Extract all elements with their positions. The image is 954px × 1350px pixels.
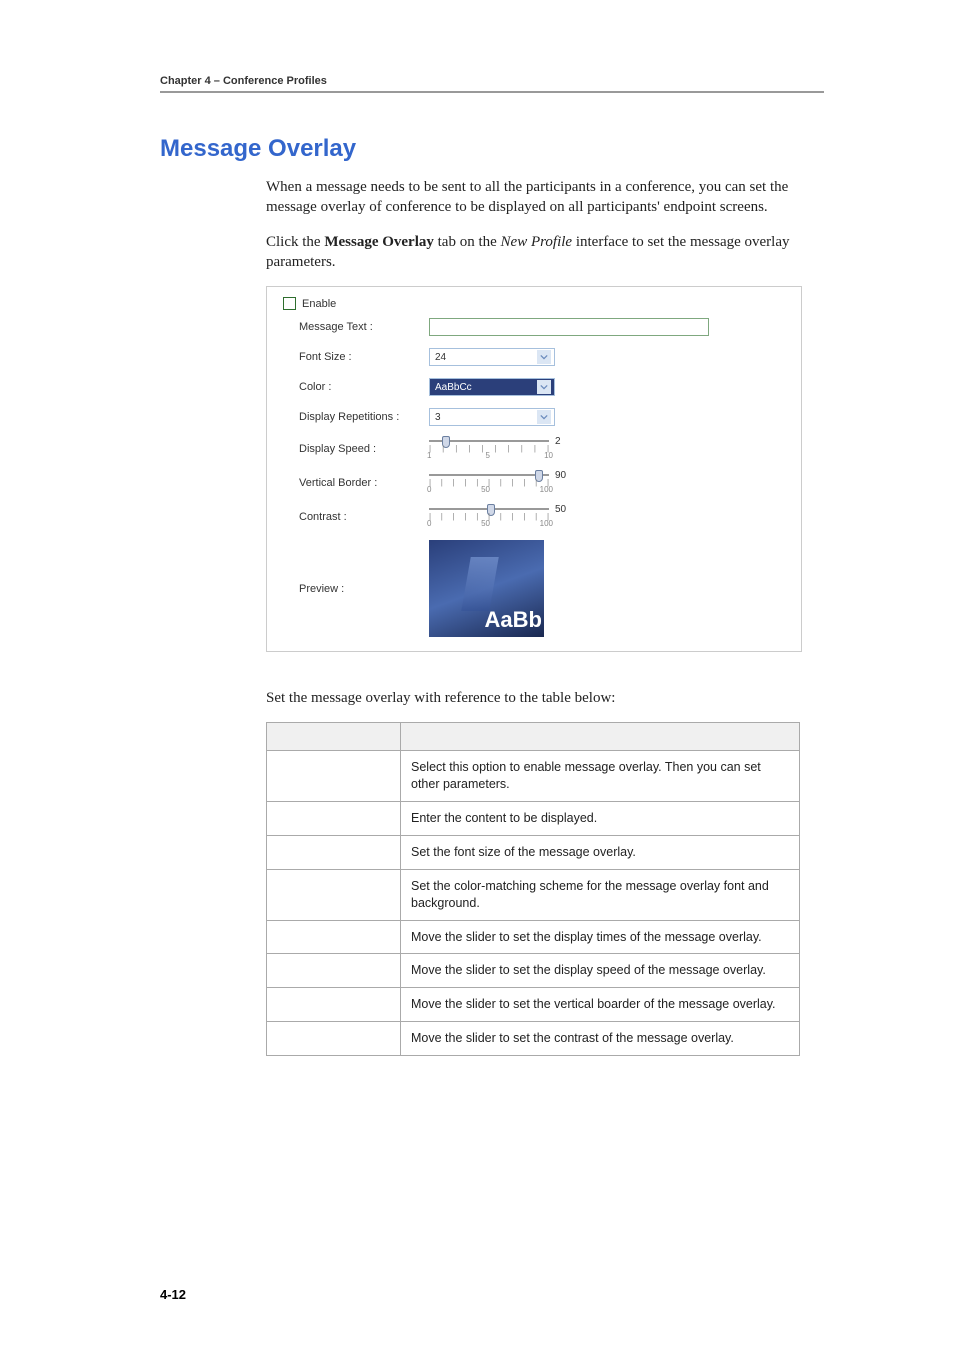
chevron-down-icon	[537, 380, 551, 394]
section-title: Message Overlay	[160, 135, 824, 163]
table-row: Move the slider to set the display speed…	[267, 954, 800, 988]
table-header-desc	[401, 723, 800, 751]
preview-image: AaBb	[429, 540, 544, 637]
table-cell: Set the font size of the message overlay…	[401, 835, 800, 869]
p2-bold: Message Overlay	[324, 234, 434, 250]
enable-checkbox[interactable]	[283, 297, 296, 310]
p2-mid: tab on the	[434, 234, 501, 250]
preview-text: AaBb	[485, 607, 542, 633]
table-intro: Set the message overlay with reference t…	[266, 688, 824, 708]
p2-pre: Click the	[266, 234, 324, 250]
vertical-border-label: Vertical Border :	[299, 477, 429, 489]
vertical-border-value: 90	[555, 470, 566, 481]
display-repetitions-select[interactable]: 3	[429, 408, 555, 426]
table-row: Set the color-matching scheme for the me…	[267, 869, 800, 920]
font-size-label: Font Size :	[299, 351, 429, 363]
table-header-param	[267, 723, 401, 751]
table-row: Move the slider to set the vertical boar…	[267, 988, 800, 1022]
intro-paragraph-2: Click the Message Overlay tab on the New…	[266, 232, 824, 273]
table-cell: Move the slider to set the contrast of t…	[401, 1022, 800, 1056]
table-header-row	[267, 723, 800, 751]
display-speed-slider[interactable]: |||||||||| 1510 2	[429, 438, 785, 460]
intro-paragraph-1: When a message needs to be sent to all t…	[266, 177, 824, 218]
chapter-header: Chapter 4 – Conference Profiles	[160, 75, 824, 87]
table-row: Set the font size of the message overlay…	[267, 835, 800, 869]
message-text-input[interactable]	[429, 318, 709, 336]
preview-label: Preview :	[299, 583, 429, 595]
font-size-value: 24	[435, 352, 446, 363]
font-size-select[interactable]: 24	[429, 348, 555, 366]
table-row: Move the slider to set the display times…	[267, 920, 800, 954]
table-row: Move the slider to set the contrast of t…	[267, 1022, 800, 1056]
table-cell: Move the slider to set the display speed…	[401, 954, 800, 988]
contrast-slider[interactable]: ||||||||||| 050100 50	[429, 506, 785, 528]
display-speed-label: Display Speed :	[299, 443, 429, 455]
chevron-down-icon	[537, 410, 551, 424]
display-repetitions-value: 3	[435, 412, 441, 423]
table-row: Select this option to enable message ove…	[267, 751, 800, 802]
table-cell: Enter the content to be displayed.	[401, 802, 800, 836]
parameters-table: Select this option to enable message ove…	[266, 722, 800, 1056]
color-value: AaBbCc	[435, 382, 472, 393]
table-cell: Set the color-matching scheme for the me…	[401, 869, 800, 920]
table-cell: Move the slider to set the vertical boar…	[401, 988, 800, 1022]
message-text-label: Message Text :	[299, 321, 429, 333]
display-repetitions-label: Display Repetitions :	[299, 411, 429, 423]
display-speed-value: 2	[555, 436, 561, 447]
enable-label: Enable	[302, 298, 336, 310]
vertical-border-slider[interactable]: ||||||||||| 050100 90	[429, 472, 785, 494]
color-select[interactable]: AaBbCc	[429, 378, 555, 396]
contrast-value: 50	[555, 504, 566, 515]
color-label: Color :	[299, 381, 429, 393]
enable-row: Enable	[283, 297, 785, 310]
contrast-label: Contrast :	[299, 511, 429, 523]
p2-italic: New Profile	[501, 234, 573, 250]
table-cell: Move the slider to set the display times…	[401, 920, 800, 954]
table-cell: Select this option to enable message ove…	[401, 751, 800, 802]
page-number: 4-12	[160, 1287, 186, 1302]
table-row: Enter the content to be displayed.	[267, 802, 800, 836]
message-overlay-form: Enable Message Text : Font Size : 24 Col…	[266, 286, 802, 652]
header-rule	[160, 91, 824, 93]
chevron-down-icon	[537, 350, 551, 364]
